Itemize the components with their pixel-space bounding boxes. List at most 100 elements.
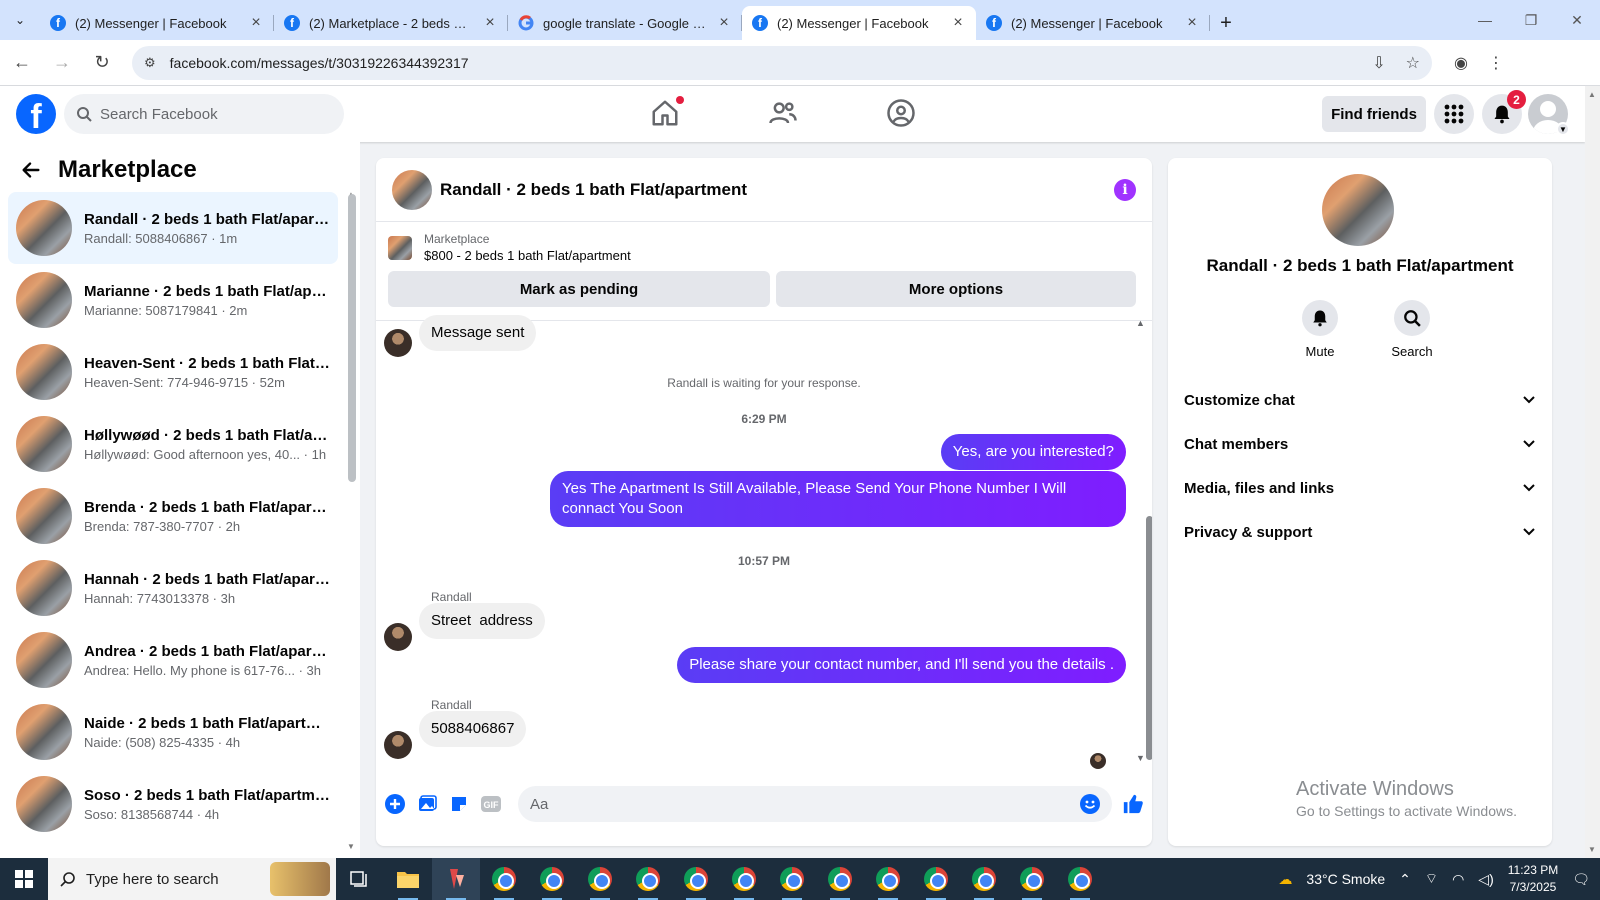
clock[interactable]: 11:23 PM 7/3/2025 [1508, 862, 1558, 896]
tab-search-button[interactable]: ⌄ [0, 0, 40, 40]
back-icon[interactable]: ← [4, 45, 40, 81]
forward-icon[interactable]: → [44, 45, 80, 81]
sticker-icon[interactable] [448, 793, 470, 815]
scroll-up-arrow[interactable]: ▲ [1588, 90, 1596, 99]
chrome-icon[interactable] [912, 858, 960, 900]
chrome-icon[interactable] [624, 858, 672, 900]
chrome-icon[interactable] [816, 858, 864, 900]
chat-title[interactable]: Randall · 2 beds 1 bath Flat/apartment [440, 180, 747, 200]
conversation-item[interactable]: Brenda · 2 beds 1 bath Flat/apartment Bre… [8, 480, 338, 552]
scroll-up-arrow[interactable]: ▲ [1136, 318, 1145, 328]
chrome-icon[interactable] [960, 858, 1008, 900]
customize-chat-section[interactable]: Customize chat [1168, 378, 1552, 422]
browser-tab[interactable]: google translate - Google Search × [508, 6, 742, 40]
more-options-button[interactable]: More options [776, 271, 1136, 307]
chrome-icon[interactable] [1056, 858, 1104, 900]
install-app-icon[interactable]: ⇩ [1372, 53, 1385, 73]
conversation-item[interactable]: Høllywøød · 2 beds 1 bath Flat/apartment… [8, 408, 338, 480]
network-icon[interactable]: ⌔ [1425, 870, 1438, 888]
listing-thumbnail [16, 632, 72, 688]
minimize-icon[interactable]: — [1462, 0, 1508, 40]
close-icon[interactable]: × [716, 14, 732, 32]
friends-icon[interactable] [768, 98, 800, 130]
chrome-icon[interactable] [768, 858, 816, 900]
bookmark-star-icon[interactable]: ☆ [1406, 53, 1420, 73]
profile-avatar[interactable] [1322, 174, 1394, 246]
file-explorer-icon[interactable] [384, 858, 432, 900]
browser-tab[interactable]: f (2) Messenger | Facebook × [40, 6, 274, 40]
browser-tab[interactable]: f (2) Messenger | Facebook × [976, 6, 1210, 40]
scroll-down-arrow[interactable]: ▼ [1136, 753, 1145, 763]
chevron-up-icon[interactable]: ⌃ [1399, 871, 1411, 888]
privacy-support-section[interactable]: Privacy & support [1168, 510, 1552, 554]
restore-icon[interactable]: ❐ [1508, 0, 1554, 40]
image-icon[interactable] [416, 793, 438, 815]
close-icon[interactable]: × [482, 14, 498, 32]
emoji-icon[interactable] [1080, 794, 1100, 814]
menu-grid-button[interactable] [1434, 94, 1474, 134]
browser-menu-icon[interactable]: ⋮ [1488, 53, 1504, 73]
chrome-icon[interactable] [720, 858, 768, 900]
scroll-down-arrow[interactable]: ▼ [1588, 845, 1596, 854]
weather-text[interactable]: 33°C Smoke [1306, 871, 1385, 887]
conversation-item[interactable]: Randall · 2 beds 1 bath Flat/apartment Ra… [8, 192, 338, 264]
sidebar-scrollbar[interactable] [348, 194, 356, 482]
page-scrollbar[interactable]: ▲ ▼ [1585, 86, 1600, 858]
home-icon[interactable] [650, 96, 684, 130]
notifications-button[interactable]: 2 [1482, 90, 1526, 134]
message-input[interactable]: Aa [518, 786, 1112, 822]
chrome-icon[interactable] [1008, 858, 1056, 900]
site-info-icon[interactable]: ⚙ [144, 55, 156, 71]
task-view-icon[interactable] [336, 870, 384, 888]
listing-price[interactable]: $800 - 2 beds 1 bath Flat/apartment [424, 248, 631, 263]
windows-start-icon[interactable] [0, 858, 48, 900]
chat-members-section[interactable]: Chat members [1168, 422, 1552, 466]
chevron-down-icon[interactable]: ▼ [1556, 122, 1570, 136]
listing-thumbnail[interactable] [388, 235, 412, 260]
chrome-icon[interactable] [576, 858, 624, 900]
mark-as-pending-button[interactable]: Mark as pending [388, 271, 770, 307]
gif-icon[interactable]: GIF [480, 793, 502, 815]
chrome-icon[interactable] [672, 858, 720, 900]
chrome-icon[interactable] [864, 858, 912, 900]
conversation-item[interactable]: Soso · 2 beds 1 bath Flat/apartment Soso:… [8, 768, 338, 840]
chrome-icon[interactable] [480, 858, 528, 900]
conversation-item[interactable]: Hannah · 2 beds 1 bath Flat/apartment Han… [8, 552, 338, 624]
reload-icon[interactable]: ↻ [84, 45, 120, 81]
notification-center-icon[interactable]: 🗨 [1572, 871, 1590, 888]
chat-avatar[interactable] [392, 169, 432, 210]
volume-icon[interactable]: ◁) [1478, 871, 1493, 888]
back-arrow-icon[interactable] [20, 159, 42, 181]
conversation-item[interactable]: Andrea · 2 beds 1 bath Flat/apartment And… [8, 624, 338, 696]
close-window-icon[interactable]: ✕ [1554, 0, 1600, 40]
scroll-down-arrow[interactable]: ▼ [347, 842, 355, 851]
close-icon[interactable]: × [950, 14, 966, 32]
info-icon[interactable]: i [1114, 178, 1136, 201]
chrome-icon[interactable] [528, 858, 576, 900]
conversation-item[interactable]: Marianne · 2 beds 1 bath Flat/apartment M… [8, 264, 338, 336]
conversation-item[interactable]: Naide · 2 beds 1 bath Flat/apartment Naid… [8, 696, 338, 768]
like-thumbs-up-icon[interactable] [1122, 793, 1144, 815]
red-app-icon[interactable] [432, 858, 480, 900]
find-friends-button[interactable]: Find friends [1322, 96, 1426, 132]
profile-icon[interactable]: ◉ [1454, 53, 1468, 73]
groups-icon[interactable] [886, 98, 918, 130]
close-icon[interactable]: × [1184, 14, 1200, 32]
media-files-links-section[interactable]: Media, files and links [1168, 466, 1552, 510]
chat-scrollbar[interactable] [1146, 516, 1152, 760]
wifi-icon[interactable]: ◠ [1452, 871, 1464, 888]
taskbar-search-input[interactable]: Type here to search [48, 858, 336, 900]
conversation-item[interactable]: Heaven-Sent · 2 beds 1 bath Flat/apartme… [8, 336, 338, 408]
new-tab-button[interactable]: + [1210, 6, 1242, 40]
search-in-conversation-button[interactable]: Search [1384, 300, 1440, 359]
close-icon[interactable]: × [248, 14, 264, 32]
address-bar[interactable]: ⚙ facebook.com/messages/t/30319226344392… [132, 45, 1432, 80]
plus-icon[interactable] [384, 793, 406, 815]
weather-icon[interactable]: ☁ [1278, 871, 1292, 888]
facebook-search-input[interactable]: Search Facebook [64, 94, 344, 134]
mute-button[interactable]: Mute [1292, 300, 1348, 359]
facebook-logo[interactable]: f [16, 94, 56, 134]
browser-tab-active[interactable]: f (2) Messenger | Facebook × [742, 6, 976, 40]
home-notification-dot [676, 96, 684, 104]
browser-tab[interactable]: f (2) Marketplace - 2 beds 1 bath × [274, 6, 508, 40]
